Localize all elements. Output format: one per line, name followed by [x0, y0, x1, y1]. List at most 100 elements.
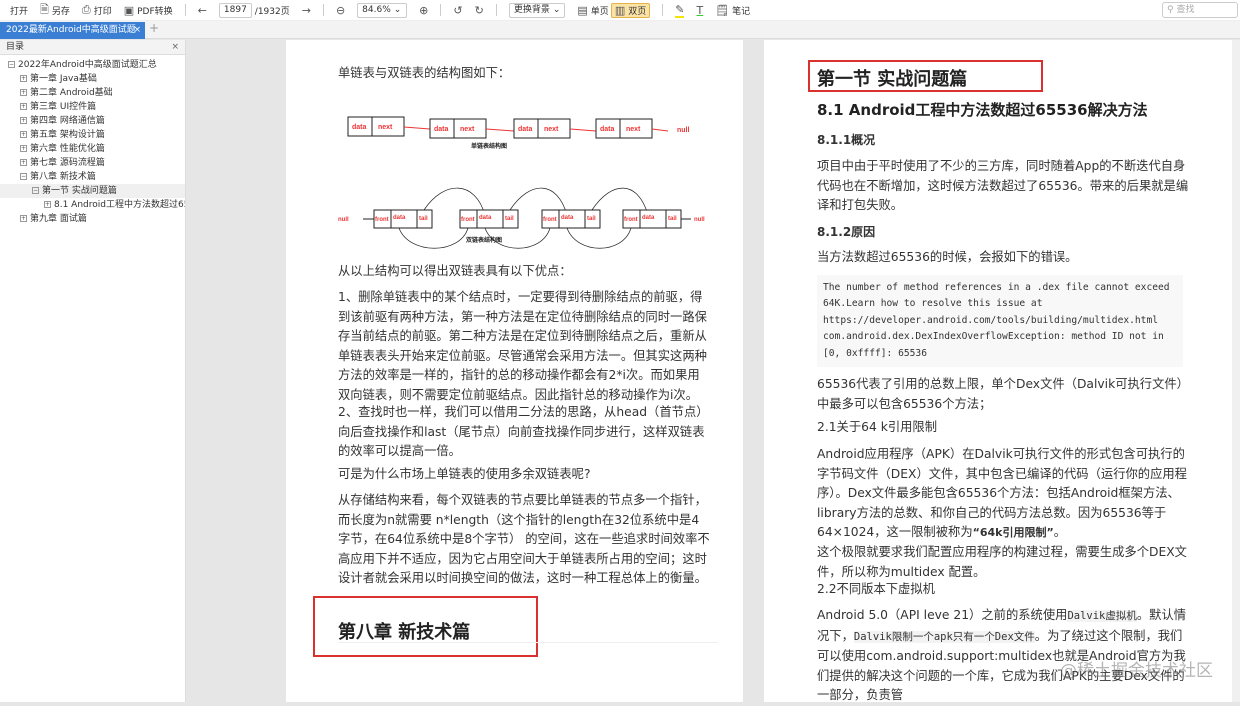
subsection-heading: 8.1 Android工程中方法数超过65536解决方法 [817, 101, 1148, 119]
divider [495, 4, 497, 16]
text-color-icon[interactable]: T [696, 4, 703, 17]
null-label: null [677, 127, 689, 134]
open-button[interactable]: 打开 [10, 4, 28, 17]
divider [440, 4, 442, 16]
prev-arrow [566, 227, 632, 249]
expand-icon[interactable]: + [20, 145, 27, 152]
double-page-button[interactable]: ▥ 双页 [610, 2, 651, 18]
paragraph: 1、删除单链表中的某个结点时，一定要得到待删除结点的前驱，得到该前驱有两种方法，… [338, 290, 707, 402]
node-tail-label: tail [419, 216, 428, 222]
node-next-label: next [544, 126, 559, 133]
document-tab[interactable]: 2022最新Android中高级面试题 × [0, 22, 145, 39]
expand-icon[interactable]: + [20, 131, 27, 138]
outline-item[interactable]: + 第七章 源码流程篇 [0, 156, 185, 170]
paragraph: 2.2不同版本下虚拟机 [817, 582, 935, 596]
print-label: 打印 [93, 6, 112, 17]
collapse-icon[interactable]: − [20, 173, 27, 180]
paragraph: Android应用程序（APK）在Dalvik可执行文件的形式包含可执行的字节码… [817, 445, 1189, 582]
inline-code: Dalvik限制一个apk只有一个Dex文件 [853, 630, 1035, 643]
node-front-label: front [543, 217, 557, 223]
pdf-icon: ▣ [123, 3, 135, 17]
pdf-label: PDF转换 [137, 6, 173, 17]
left-page: 单链表与双链表的结构图如下： data next data next data next d… [286, 40, 743, 702]
outline-item[interactable]: + 第六章 性能优化篇 [0, 142, 185, 156]
inline-code: Dalvik虚拟机 [1067, 610, 1137, 622]
expand-icon[interactable]: + [20, 89, 27, 96]
outline-item[interactable]: − 第一节 实战问题篇 [0, 184, 185, 198]
node-tail-label: tail [587, 216, 596, 222]
paragraph: 65536代表了引用的总数上限，单个Dex文件（Dalvik可执行文件）中最多可… [817, 377, 1189, 411]
chapter-heading: 第八章 新技术篇 [338, 622, 471, 643]
expand-icon[interactable]: + [20, 75, 27, 82]
heading: 8.1.1概况 [817, 133, 876, 147]
double-linked-list: front data tail front data tail front data tail f… [338, 187, 705, 249]
paragraph: 2.1关于64 k引用限制 [817, 420, 938, 434]
expand-icon[interactable]: + [20, 117, 27, 124]
background-select[interactable]: 更换背景 ⌄ [508, 2, 566, 18]
paragraph: 单链表与双链表的结构图如下： [338, 66, 511, 80]
paragraph: 当方法数超过65536的时候，会报如下的错误。 [817, 250, 1078, 264]
node-next-label: next [460, 126, 475, 133]
expand-icon[interactable]: + [20, 215, 27, 222]
chevron-down-icon: ⌄ [393, 4, 402, 15]
next-page-button[interactable]: → [302, 4, 311, 17]
close-icon[interactable]: × [133, 22, 141, 39]
note-icon: 🗒 [715, 3, 730, 17]
outline-item[interactable]: +8.1 Android工程中方法数超过65536解决方法 [0, 198, 185, 212]
note-button[interactable]: 🗒 笔记 [715, 4, 750, 17]
expand-icon[interactable]: + [20, 159, 27, 166]
sidebar-title: 目录 [6, 42, 25, 52]
collapse-icon[interactable]: − [8, 61, 15, 68]
outline-item[interactable]: + 第五章 架构设计篇 [0, 128, 185, 142]
pdf-convert-button[interactable]: ▣ PDF转换 [124, 4, 173, 17]
single-page-button[interactable]: ▤ 单页 [577, 4, 608, 17]
search-input[interactable]: ⚲ 查找 [1162, 2, 1238, 18]
tab-bar: 2022最新Android中高级面试题 × + [0, 21, 1240, 39]
error-code-block: The number of method references in a .de… [817, 275, 1183, 368]
right-page: 第一节 实战问题篇 8.1 Android工程中方法数超过65536解决方法 8… [764, 40, 1240, 702]
node-data-label: data [642, 215, 655, 221]
paragraph: 可是为什么市场上单链表的使用多余双链表呢? [338, 467, 591, 481]
background-label: 更换背景 [513, 4, 550, 15]
outline-item[interactable]: + 第四章 网络通信篇 [0, 114, 185, 128]
outline-sidebar: 目录 × −2022年Android中高级面试题汇总 + 第一章 Java基础 + 第二章… [0, 40, 186, 702]
rotate-left-icon[interactable]: ↺ [453, 4, 462, 17]
outline-item[interactable]: + 第九章 面试篇 [0, 212, 185, 226]
double-caption: 双链表结构图 [466, 236, 502, 244]
zoom-select[interactable]: 84.6% ⌄ [357, 2, 408, 18]
divider [322, 4, 324, 16]
arrow [485, 128, 515, 132]
print-button[interactable]: ⎙ 打印 [82, 3, 112, 17]
zoom-out-icon[interactable]: ⊖ [336, 4, 345, 17]
arrow [569, 128, 597, 132]
collapse-icon[interactable]: − [32, 187, 39, 194]
outline-item[interactable]: − 第八章 新技术篇 [0, 170, 185, 184]
page-input[interactable]: 1897 [218, 2, 252, 18]
save-as-button[interactable]: 🗎 另存 [40, 1, 70, 20]
outline-item[interactable]: + 第一章 Java基础 [0, 72, 185, 86]
close-icon[interactable]: × [171, 40, 179, 55]
outline-item-label: 第五章 架构设计篇 [30, 130, 105, 140]
node-front-label: front [375, 217, 389, 223]
node-data-label: data [393, 215, 406, 221]
scrollbar[interactable] [1232, 40, 1240, 702]
outline-item[interactable]: + 第二章 Android基础 [0, 86, 185, 100]
prev-page-button[interactable]: ← [198, 4, 207, 17]
node-next-label: next [626, 126, 641, 133]
outline-item[interactable]: + 第三章 UI控件篇 [0, 100, 185, 114]
node-front-label: front [624, 217, 638, 223]
highlight-icon[interactable]: ✎ [675, 3, 685, 18]
add-tab-button[interactable]: + [149, 21, 159, 35]
outline-item-label: 第六章 性能优化篇 [30, 144, 105, 154]
zoom-in-icon[interactable]: ⊕ [419, 4, 428, 17]
outline-item-label: 第一章 Java基础 [30, 74, 97, 84]
paragraph: 从以上结构可以得出双链表具有以下优点： [338, 264, 572, 278]
divider [338, 642, 718, 643]
expand-icon[interactable]: + [44, 201, 51, 208]
outline-item[interactable]: −2022年Android中高级面试题汇总 [0, 58, 185, 72]
zoom-value: 84.6% [362, 4, 391, 15]
single-page-label: 单页 [590, 6, 609, 17]
expand-icon[interactable]: + [20, 103, 27, 110]
rotate-right-icon[interactable]: ↻ [475, 4, 484, 17]
node-tail-label: tail [668, 216, 677, 222]
